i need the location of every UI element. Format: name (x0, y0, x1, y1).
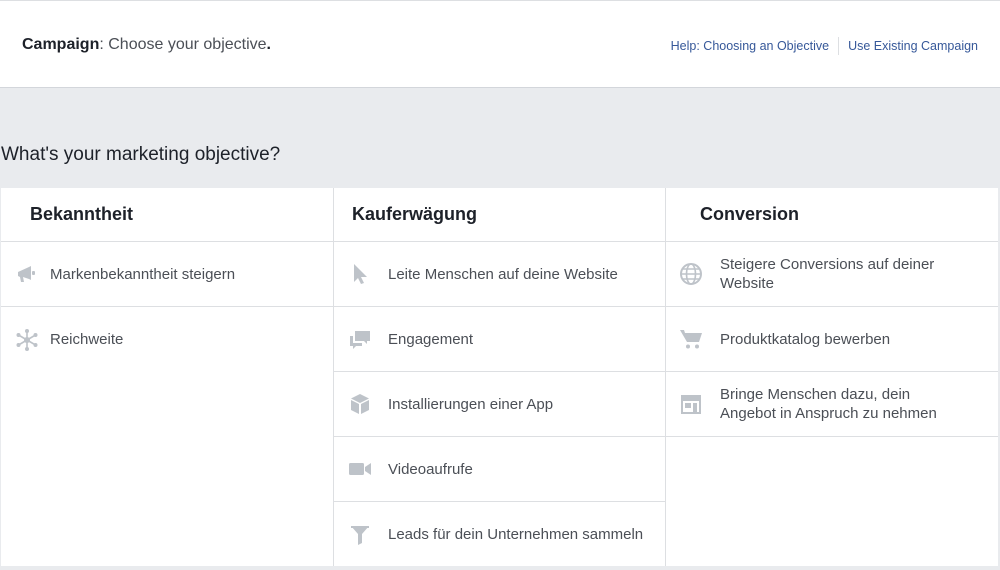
objective-store-visits[interactable]: Bringe Menschen dazu, dein Angebot in An… (666, 372, 998, 437)
column-title-consideration: Kauferwägung (334, 188, 665, 242)
objective-label: Bringe Menschen dazu, dein Angebot in An… (720, 385, 937, 423)
globe-icon (678, 261, 704, 287)
objective-traffic[interactable]: Leite Menschen auf deine Website (334, 242, 665, 307)
objective-label: Videoaufrufe (388, 460, 473, 478)
objective-brand-awareness[interactable]: Markenbekanntheit steigern (1, 242, 333, 307)
objective-label: Markenbekanntheit steigern (50, 265, 236, 283)
objective-conversions[interactable]: Steigere Conversions auf deiner Website (666, 242, 998, 307)
objective-label: Leads für dein Unternehmen sammeln (388, 526, 644, 543)
bottom-strip (0, 566, 1000, 570)
objective-label: Produktkatalog bewerben (720, 330, 891, 348)
reach-icon (14, 327, 40, 353)
objective-lead-generation[interactable]: Leads für dein Unternehmen sammeln (334, 502, 665, 567)
column-conversion: Conversion Steigere Conversions auf dein… (666, 188, 998, 566)
column-title-conversion: Conversion (666, 188, 998, 242)
title-dot: . (266, 36, 271, 53)
objective-catalog-sales[interactable]: Produktkatalog bewerben (666, 307, 998, 372)
page-title: Campaign: Choose your objective. (22, 36, 271, 54)
objective-label-line2: Angebot in Anspruch zu nehmen (720, 405, 937, 422)
video-camera-icon (347, 456, 373, 482)
cursor-icon (347, 261, 373, 287)
objective-label-line1: Bringe Menschen dazu, dein (720, 386, 911, 403)
objective-label-line2: Website (720, 275, 774, 292)
use-existing-campaign-link[interactable]: Use Existing Campaign (848, 39, 978, 53)
objective-app-installs[interactable]: Installierungen einer App (334, 372, 665, 437)
objective-label: Reichweite (50, 331, 124, 348)
funnel-icon (347, 522, 373, 548)
page-header: Campaign: Choose your objective. Help: C… (0, 0, 1000, 88)
title-campaign: Campaign (22, 36, 100, 53)
box-icon (347, 391, 373, 417)
objective-grid: Bekanntheit Markenbekanntheit steigern R… (1, 188, 998, 566)
store-icon (678, 391, 704, 417)
title-objective: : Choose your objective (99, 36, 267, 53)
objective-label: Steigere Conversions auf deiner Website (720, 255, 934, 293)
objective-question: What's your marketing objective? (1, 144, 281, 165)
objective-label: Leite Menschen auf deine Website (388, 265, 618, 283)
objective-label: Installierungen einer App (388, 395, 554, 413)
objective-label: Engagement (388, 330, 474, 348)
objective-label-line1: Steigere Conversions auf deiner (720, 256, 935, 273)
help-choosing-objective-link[interactable]: Help: Choosing an Objective (671, 39, 829, 53)
megaphone-icon (14, 261, 40, 287)
column-consideration: Kauferwägung Leite Menschen auf deine We… (334, 188, 666, 566)
objective-video-views[interactable]: Videoaufrufe (334, 437, 665, 502)
chat-bubbles-icon (347, 326, 373, 352)
column-title-awareness: Bekanntheit (1, 188, 333, 242)
column-awareness: Bekanntheit Markenbekanntheit steigern R… (1, 188, 334, 566)
header-links: Help: Choosing an Objective Use Existing… (671, 37, 978, 55)
objective-reach[interactable]: Reichweite (1, 307, 333, 372)
cart-icon (678, 326, 704, 352)
link-divider (838, 37, 840, 55)
objective-engagement[interactable]: Engagement (334, 307, 665, 372)
